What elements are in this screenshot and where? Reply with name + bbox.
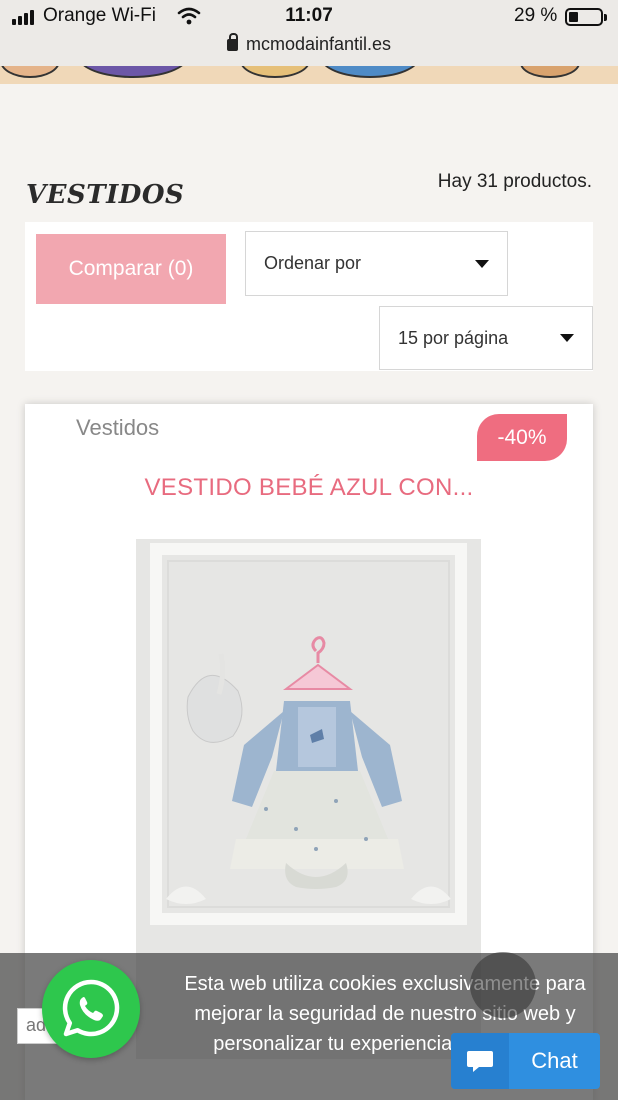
sort-select-label: Ordenar por [264,253,362,273]
lock-icon [226,33,238,51]
url-text: mcmodainfantil.es [245,34,392,54]
compare-button[interactable]: Comparar (0) [36,234,226,304]
product-category: Vestidos [76,415,160,440]
chat-bubble-icon [451,1033,509,1089]
chat-button[interactable]: Chat [451,1033,600,1089]
sort-select[interactable]: Ordenar por [245,231,508,296]
product-count: Hay 31 productos. [437,171,592,192]
discount-badge: -40% [477,414,567,461]
chat-label: Chat [531,1048,578,1073]
product-name-link[interactable]: VESTIDO BEBÉ AZUL CON... [25,474,593,502]
scroll-to-top-button[interactable] [470,952,536,1018]
address-bar[interactable]: mcmodainfantil.es [0,33,618,55]
per-page-select[interactable]: 15 por página [379,306,593,370]
per-page-select-label: 15 por página [398,327,509,348]
product-toolbar: Comparar (0) Ordenar por 15 por página [25,222,593,371]
hero-banner [0,66,618,84]
caret-down-icon [475,259,489,268]
battery-icon [565,8,607,26]
whatsapp-icon [62,979,120,1037]
page: Orange Wi-Fi 11:07 29 % mcmodainfantil.e… [0,0,618,1100]
caret-down-icon [560,334,574,342]
category-title: VESTIDOS [26,180,185,210]
browser-status-bar: Orange Wi-Fi 11:07 29 % mcmodainfantil.e… [0,0,618,66]
battery-percent: 29 % [514,5,558,26]
whatsapp-button[interactable] [42,960,140,1058]
